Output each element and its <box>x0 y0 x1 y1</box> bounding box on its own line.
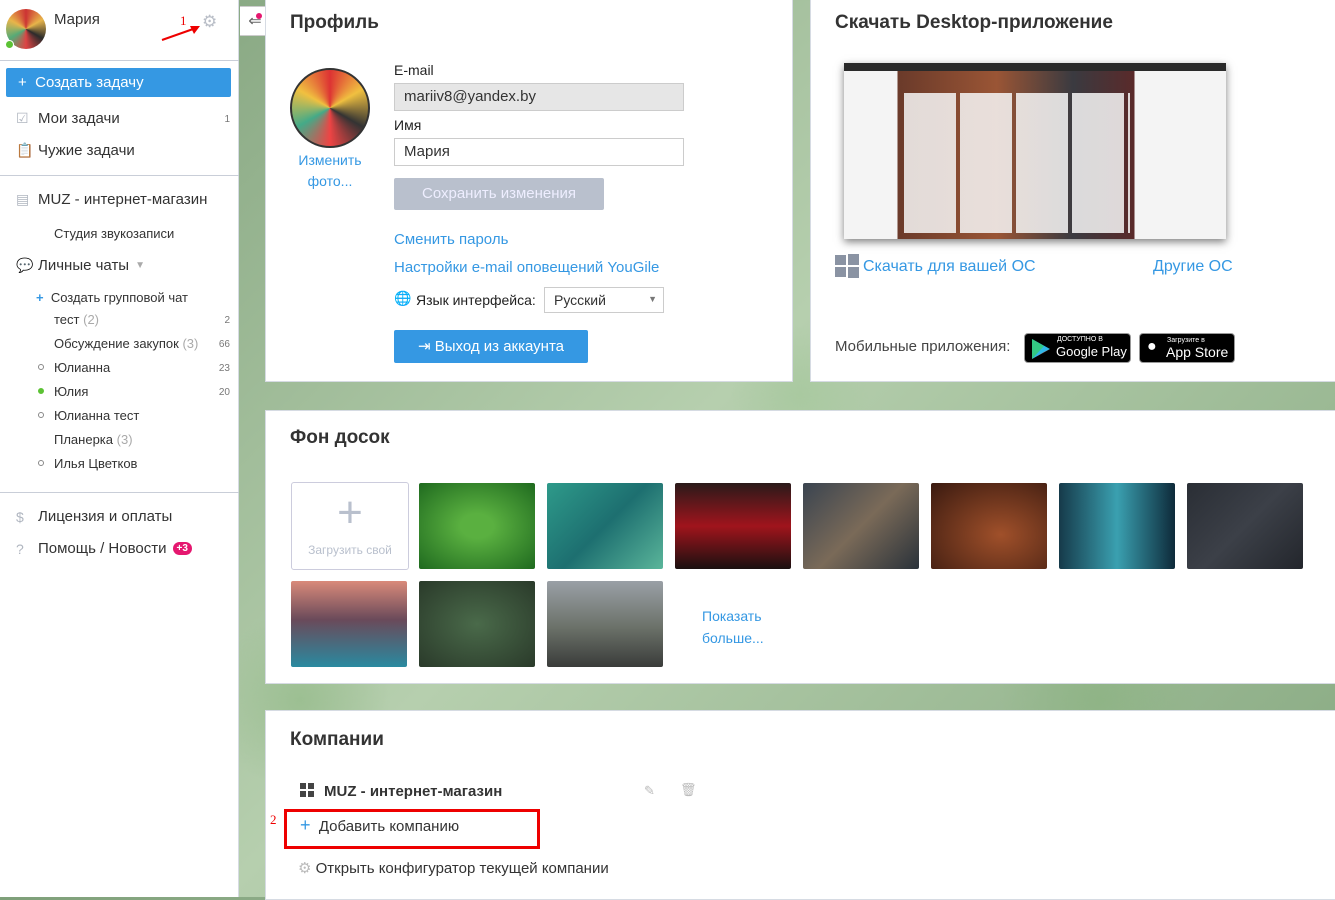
download-title: Скачать Desktop-приложение <box>835 12 1113 33</box>
apple-icon: ● <box>1147 338 1157 355</box>
app-store-button[interactable]: ● Загрузите в App Store <box>1139 333 1235 363</box>
companies-title: Компании <box>290 729 384 750</box>
online-indicator <box>5 40 14 49</box>
mobile-apps-label: Мобильные приложения: <box>835 338 1011 355</box>
chevron-down-icon: ▼ <box>648 294 657 304</box>
backgrounds-title: Фон досок <box>290 427 390 448</box>
change-photo-link[interactable]: Изменить фото... <box>290 150 370 192</box>
trash-icon[interactable]: 🗑 <box>680 782 697 798</box>
news-badge: +3 <box>172 542 192 555</box>
page-title: Профиль <box>290 12 379 33</box>
project-icon: ▤ <box>16 191 30 207</box>
name-label: Имя <box>394 117 422 133</box>
annotation-arrow <box>161 26 200 41</box>
language-label: Язык интерфейса: <box>416 292 536 308</box>
chat-icon: 💬 <box>16 257 34 273</box>
desktop-app-screenshot <box>844 63 1226 239</box>
chat-count: 20 <box>218 387 230 398</box>
plus-icon: + <box>337 488 363 537</box>
notification-dot <box>256 13 262 19</box>
background-thumb-water[interactable] <box>1059 483 1175 569</box>
sidebar-item-board[interactable]: Студия звукозаписи <box>54 226 174 241</box>
user-name[interactable]: Мария <box>54 11 100 28</box>
background-thumb-clover[interactable] <box>419 483 535 569</box>
company-name[interactable]: MUZ - интернет-магазин <box>324 783 502 800</box>
logout-button[interactable]: ⇥ Выход из аккаунта <box>394 330 588 363</box>
open-configurator-link[interactable]: ⚙ Открыть конфигуратор текущей компании <box>298 859 609 877</box>
upload-background-button[interactable]: + Загрузить свой <box>291 482 409 570</box>
my-tasks-count: 1 <box>224 114 230 125</box>
save-button[interactable]: Сохранить изменения <box>394 178 604 210</box>
status-dot <box>38 412 44 418</box>
background-thumb-dark[interactable] <box>1187 483 1303 569</box>
create-group-chat[interactable]: + Создать групповой чат <box>36 290 188 305</box>
email-label: E-mail <box>394 62 434 78</box>
windows-icon <box>835 254 859 278</box>
sidebar: Мария 1 ⚙ + Создать задачу ☑ Мои задачи 1… <box>0 0 239 897</box>
email-settings-link[interactable]: Настройки e-mail оповещений YouGile <box>394 259 659 276</box>
background-thumb-violin[interactable] <box>931 483 1047 569</box>
background-thumb-car[interactable] <box>675 483 791 569</box>
logout-icon: ⇥ <box>417 338 431 355</box>
company-grid-icon <box>300 783 314 797</box>
chat-item[interactable]: тест (2) <box>54 312 99 327</box>
sidebar-item-others-tasks[interactable]: 📋 Чужие задачи <box>16 142 135 159</box>
backgrounds-panel: Фон досок + Загрузить свой Показать больше… <box>265 410 1335 684</box>
chat-count: 23 <box>218 363 230 374</box>
dollar-icon: $ <box>16 508 24 525</box>
sidebar-item-license[interactable]: $ Лицензия и оплаты <box>16 508 172 525</box>
create-task-button[interactable]: + Создать задачу <box>6 68 231 97</box>
plus-icon: + <box>36 290 44 305</box>
edit-icon[interactable]: ✎ <box>644 783 655 799</box>
background-thumb-desk[interactable] <box>803 483 919 569</box>
status-dot <box>38 364 44 370</box>
profile-photo <box>290 68 370 148</box>
google-play-icon <box>1032 339 1050 359</box>
clipboard-icon: 📋 <box>16 142 34 158</box>
sidebar-item-project[interactable]: ▤ MUZ - интернет-магазин <box>16 191 207 208</box>
chat-item[interactable]: Обсуждение закупок (3) <box>54 336 198 351</box>
chat-item[interactable]: Юлианна тест <box>54 408 139 423</box>
help-icon: ? <box>16 540 24 557</box>
chat-count: 2 <box>224 315 230 326</box>
change-password-link[interactable]: Сменить пароль <box>394 231 508 248</box>
chat-item[interactable]: Юлианна <box>54 360 110 375</box>
chat-item[interactable]: Планерка (3) <box>54 432 133 447</box>
background-thumb-forest[interactable] <box>419 581 535 667</box>
annotation-2: 2 <box>270 812 277 827</box>
companies-panel: Компании MUZ - интернет-магазин ✎ 🗑 2 + … <box>265 710 1335 900</box>
chat-item[interactable]: Юлия <box>54 384 88 399</box>
api-gear-icon: ⚙ <box>298 860 312 877</box>
globe-icon: 🌐 <box>394 290 412 306</box>
background-thumb-sea[interactable] <box>547 483 663 569</box>
background-thumb-lake[interactable] <box>291 581 407 667</box>
chat-count: 66 <box>218 339 230 350</box>
status-dot <box>38 460 44 466</box>
gear-icon[interactable]: ⚙ <box>202 12 217 32</box>
online-dot <box>38 388 44 394</box>
download-panel: Скачать Desktop-приложение Скачать для в… <box>810 0 1335 382</box>
show-more-link[interactable]: Показать больше... <box>702 605 764 649</box>
plus-icon: + <box>300 815 311 835</box>
other-os-link[interactable]: Другие ОС <box>1153 258 1233 276</box>
name-input[interactable]: Мария <box>394 138 684 166</box>
sidebar-item-chats[interactable]: 💬 Личные чаты ▼ <box>16 257 145 274</box>
sidebar-item-my-tasks[interactable]: ☑ Мои задачи <box>16 110 120 127</box>
language-select[interactable]: Русский ▼ <box>544 287 664 313</box>
checkbox-icon: ☑ <box>16 110 29 126</box>
download-for-os-link[interactable]: Скачать для вашей ОС <box>863 258 1036 276</box>
sidebar-item-help[interactable]: ? Помощь / Новости +3 <box>16 540 192 557</box>
background-thumb-road[interactable] <box>547 581 663 667</box>
google-play-button[interactable]: ДОСТУПНО В Google Play <box>1024 333 1131 363</box>
profile-panel: Профиль Изменить фото... E-mail mariiv8@y… <box>265 0 793 382</box>
email-field: mariiv8@yandex.by <box>394 83 684 111</box>
chat-item[interactable]: Илья Цветков <box>54 456 137 471</box>
chevron-down-icon: ▼ <box>135 260 145 271</box>
add-company-button[interactable]: + Добавить компанию <box>300 815 459 836</box>
